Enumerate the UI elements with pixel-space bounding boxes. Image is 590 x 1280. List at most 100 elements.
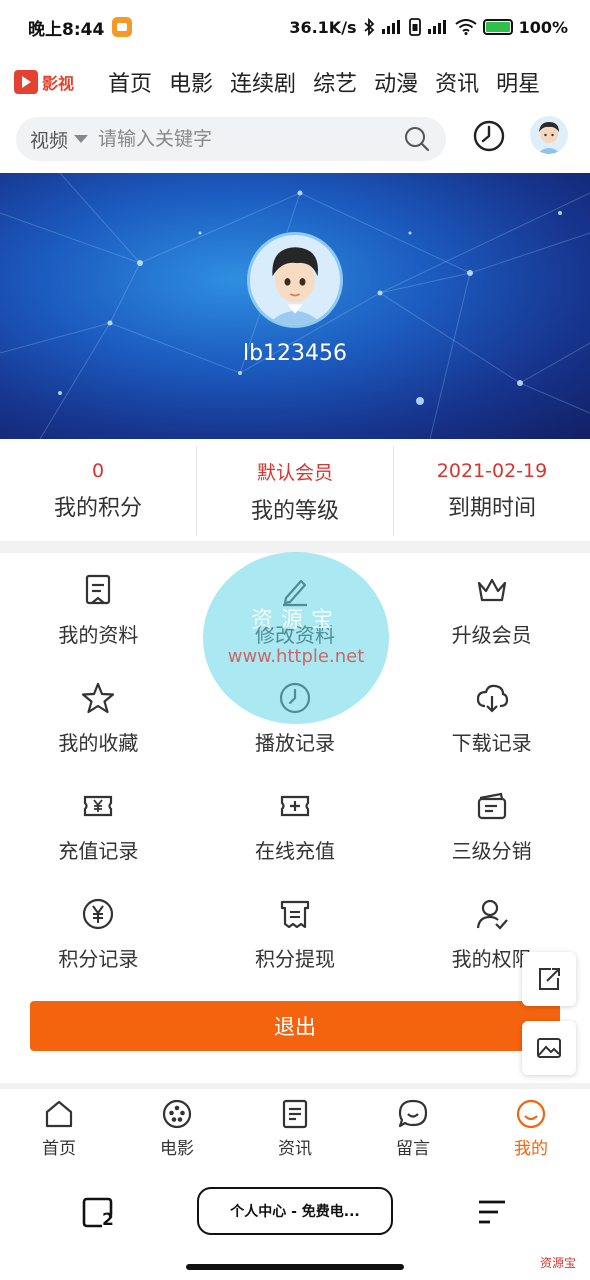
share-float-button[interactable]: [522, 952, 576, 1006]
cloud-download-icon: [476, 684, 508, 713]
tab-movies[interactable]: 电影: [118, 1090, 236, 1170]
avatar-face-icon: [266, 247, 324, 325]
menu-my-profile[interactable]: 我的资料: [0, 565, 197, 673]
menu-recharge-history[interactable]: 充值记录: [0, 781, 197, 889]
yen-circle-icon: [83, 898, 114, 930]
tab-home[interactable]: 首页: [0, 1090, 118, 1170]
nav-item-variety[interactable]: 综艺: [313, 66, 357, 98]
menu-lines-icon[interactable]: [476, 1196, 508, 1228]
battery-level: 100%: [518, 17, 568, 37]
wifi-icon: [454, 19, 477, 35]
chevron-down-icon[interactable]: [74, 135, 89, 143]
user-avatar-button[interactable]: [530, 116, 568, 154]
nav-item-stars[interactable]: 明星: [496, 66, 540, 98]
search-row: 视频: [0, 110, 590, 168]
stat-points[interactable]: 0 我的积分: [0, 446, 196, 536]
member-menu-grid: 我的资料 修改资料 升级会员 我的收藏 播放记录 下载记录 充值记录 在线充值 …: [0, 565, 590, 997]
tab-label: 我的: [514, 1139, 548, 1159]
receipt-icon: [280, 900, 310, 929]
clock-icon: [279, 682, 311, 714]
news-icon: [282, 1099, 308, 1129]
share-card-icon: [477, 792, 506, 820]
menu-label: 积分记录: [58, 947, 139, 971]
menu-label: 积分提现: [254, 947, 335, 971]
history-clock-icon[interactable]: [472, 119, 506, 153]
search-input[interactable]: [98, 128, 402, 150]
tab-mine[interactable]: 我的: [472, 1090, 590, 1170]
chat-bubble-icon: [398, 1099, 428, 1128]
tab-label: 首页: [42, 1139, 76, 1159]
nav-item-series[interactable]: 连续剧: [230, 66, 296, 98]
logout-button[interactable]: 退出: [30, 1001, 560, 1051]
menu-upgrade-vip[interactable]: 升级会员: [393, 565, 590, 673]
stat-level[interactable]: 默认会员 我的等级: [196, 446, 393, 536]
corner-watermark: 资源宝: [540, 1256, 577, 1270]
browser-toolbar: 2 个人中心 - 免费电...: [0, 1176, 590, 1246]
signal-icon: [381, 20, 400, 34]
stat-expiry[interactable]: 2021-02-19 到期时间: [393, 446, 590, 536]
stat-label: 我的积分: [53, 496, 142, 521]
tabbar-divider: [0, 1083, 590, 1089]
tab-label: 资讯: [278, 1139, 312, 1159]
stat-value: 0: [91, 460, 105, 482]
bottom-tab-bar: 首页 电影 资讯 留言 我的: [0, 1090, 590, 1170]
search-icon[interactable]: [402, 124, 432, 154]
menu-favorites[interactable]: 我的收藏: [0, 673, 197, 781]
status-bar: 晚上8:44 36.1K/s 100%: [0, 0, 590, 54]
member-stats: 0 我的积分 默认会员 我的等级 2021-02-19 到期时间: [0, 446, 590, 536]
app-logo[interactable]: 影视: [14, 70, 74, 94]
stat-value: 2021-02-19: [436, 460, 548, 482]
user-check-icon: [476, 899, 508, 930]
stat-value: 默认会员: [256, 461, 333, 484]
crown-icon: [477, 578, 506, 602]
menu-label: 在线充值: [254, 839, 335, 863]
menu-edit-profile[interactable]: 修改资料: [197, 565, 394, 673]
tab-label: 留言: [396, 1139, 430, 1159]
nav-item-movies[interactable]: 电影: [169, 66, 213, 98]
signal-icon-2: [427, 20, 446, 34]
menu-label: 修改资料: [254, 623, 335, 647]
menu-label: 升级会员: [451, 623, 532, 647]
profile-avatar[interactable]: [247, 232, 343, 328]
image-float-button[interactable]: [522, 1021, 576, 1075]
plus-ticket-icon: [280, 795, 310, 817]
menu-label: 我的权限: [451, 947, 532, 971]
menu-label: 三级分销: [451, 839, 532, 863]
home-indicator[interactable]: [186, 1264, 404, 1270]
menu-points-history[interactable]: 积分记录: [0, 889, 197, 997]
net-speed: 36.1K/s: [289, 17, 357, 37]
profile-doc-icon: [86, 574, 111, 605]
menu-label: 播放记录: [254, 731, 335, 755]
status-time: 晚上8:44: [28, 19, 105, 40]
nav-item-anime[interactable]: 动漫: [374, 66, 418, 98]
browser-address-pill[interactable]: 个人中心 - 免费电...: [197, 1187, 393, 1235]
menu-distribution[interactable]: 三级分销: [393, 781, 590, 889]
yen-ticket-icon: [84, 795, 113, 817]
menu-online-recharge[interactable]: 在线充值: [197, 781, 394, 889]
search-type-select[interactable]: 视频: [30, 126, 68, 153]
bluetooth-icon: [363, 18, 374, 36]
stat-label: 到期时间: [447, 496, 536, 521]
menu-points-withdraw[interactable]: 积分提现: [197, 889, 394, 997]
sim-icon: [408, 18, 421, 36]
menu-label: 我的收藏: [58, 731, 139, 755]
tab-messages[interactable]: 留言: [354, 1090, 472, 1170]
stat-label: 我的等级: [250, 498, 339, 524]
menu-label: 下载记录: [451, 731, 532, 755]
menu-label: 我的资料: [58, 623, 139, 647]
film-reel-icon: [162, 1099, 192, 1129]
top-nav: 影视 首页 电影 连续剧 综艺 动漫 资讯 明星: [0, 54, 590, 110]
nav-item-home[interactable]: 首页: [108, 66, 152, 98]
menu-play-history[interactable]: 播放记录: [197, 673, 394, 781]
tabs-count: 2: [102, 1210, 114, 1230]
battery-icon: [482, 19, 513, 35]
menu-download-history[interactable]: 下载记录: [393, 673, 590, 781]
avatar-face-icon: [537, 122, 561, 154]
nav-item-news[interactable]: 资讯: [435, 66, 479, 98]
image-icon: [537, 1038, 561, 1058]
tab-news[interactable]: 资讯: [236, 1090, 354, 1170]
logo-text: 影视: [42, 74, 75, 93]
tab-label: 电影: [160, 1139, 194, 1159]
search-bar: 视频: [16, 117, 446, 161]
tabs-switcher-button[interactable]: 2: [80, 1194, 118, 1232]
